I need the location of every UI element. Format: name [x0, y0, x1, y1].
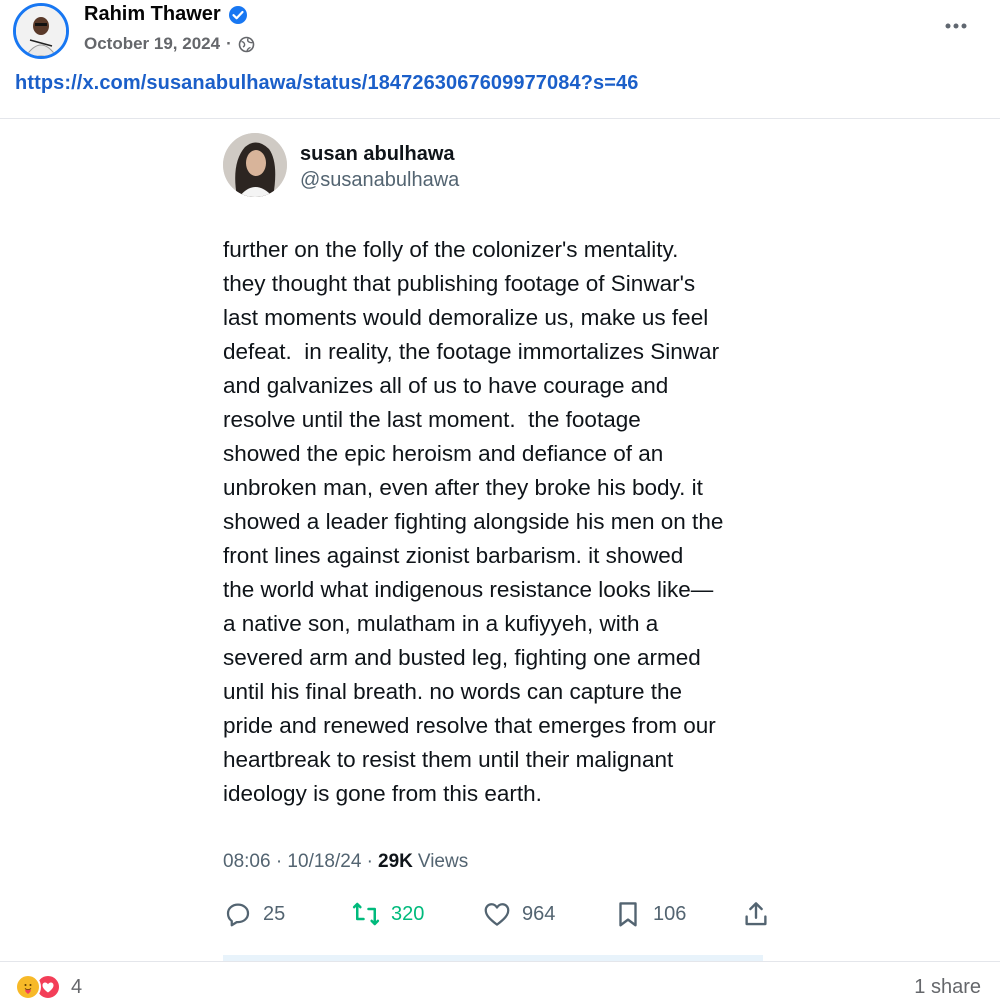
- reaction-count: 4: [71, 975, 83, 998]
- share-action: [741, 899, 771, 929]
- tweet-author-handle: @susanabulhawa: [300, 169, 460, 191]
- like-action: 964: [482, 899, 555, 929]
- post-meta: October 19, 2024 ·: [84, 34, 255, 54]
- tweet-card: susan abulhawa @susanabulhawa further on…: [223, 119, 783, 961]
- heart-icon: [484, 903, 510, 926]
- tweet-text: further on the folly of the colonizer's …: [223, 237, 724, 806]
- tweet-views-label: Views: [417, 851, 469, 872]
- post-image[interactable]: susan abulhawa @susanabulhawa further on…: [0, 118, 1000, 962]
- more-options-button[interactable]: [940, 10, 972, 42]
- verified-badge-icon: [228, 5, 248, 25]
- bookmark-icon: [619, 902, 637, 927]
- post-footer: 4 1 share: [0, 962, 1000, 1000]
- author-avatar[interactable]: [13, 3, 69, 59]
- tweet-author-name: susan abulhawa: [300, 143, 455, 165]
- tweet-meta: 08:06 · 10/18/24 · 29K Views: [223, 851, 468, 873]
- reply-count: 25: [263, 902, 286, 925]
- author-avatar-image: [16, 6, 66, 56]
- tweet-avatar-image: [223, 133, 287, 197]
- globe-icon[interactable]: [238, 36, 255, 53]
- share-icon: [745, 902, 767, 926]
- more-options-icon: [945, 23, 967, 29]
- tweet-actions: 25 320 964 106: [223, 899, 783, 931]
- bookmark-count: 106: [653, 902, 687, 925]
- retweet-count: 320: [391, 902, 425, 925]
- tweet-bottom-strip: [223, 955, 763, 961]
- retweet-action: 320: [351, 899, 424, 929]
- tweet-views-count: 29K: [378, 851, 413, 872]
- reactions-summary[interactable]: 4: [15, 974, 82, 1000]
- tweet-timestamp: 08:06 · 10/18/24 ·: [223, 851, 373, 872]
- meta-separator: ·: [226, 34, 232, 53]
- care-reaction-icon: [15, 974, 41, 1000]
- like-count: 964: [522, 902, 556, 925]
- post-header: Rahim Thawer October 19, 2024 · https://…: [0, 0, 1000, 110]
- author-row: Rahim Thawer: [84, 3, 248, 26]
- share-count[interactable]: 1 share: [914, 976, 981, 999]
- reply-action: 25: [223, 899, 285, 929]
- reply-icon: [226, 903, 250, 927]
- post-date[interactable]: October 19, 2024: [84, 34, 220, 54]
- tweet-author-avatar: [223, 133, 287, 197]
- bookmark-action: 106: [613, 899, 686, 929]
- retweet-icon: [352, 902, 380, 926]
- author-name[interactable]: Rahim Thawer: [84, 3, 221, 26]
- shared-link[interactable]: https://x.com/susanabulhawa/status/18472…: [15, 72, 638, 95]
